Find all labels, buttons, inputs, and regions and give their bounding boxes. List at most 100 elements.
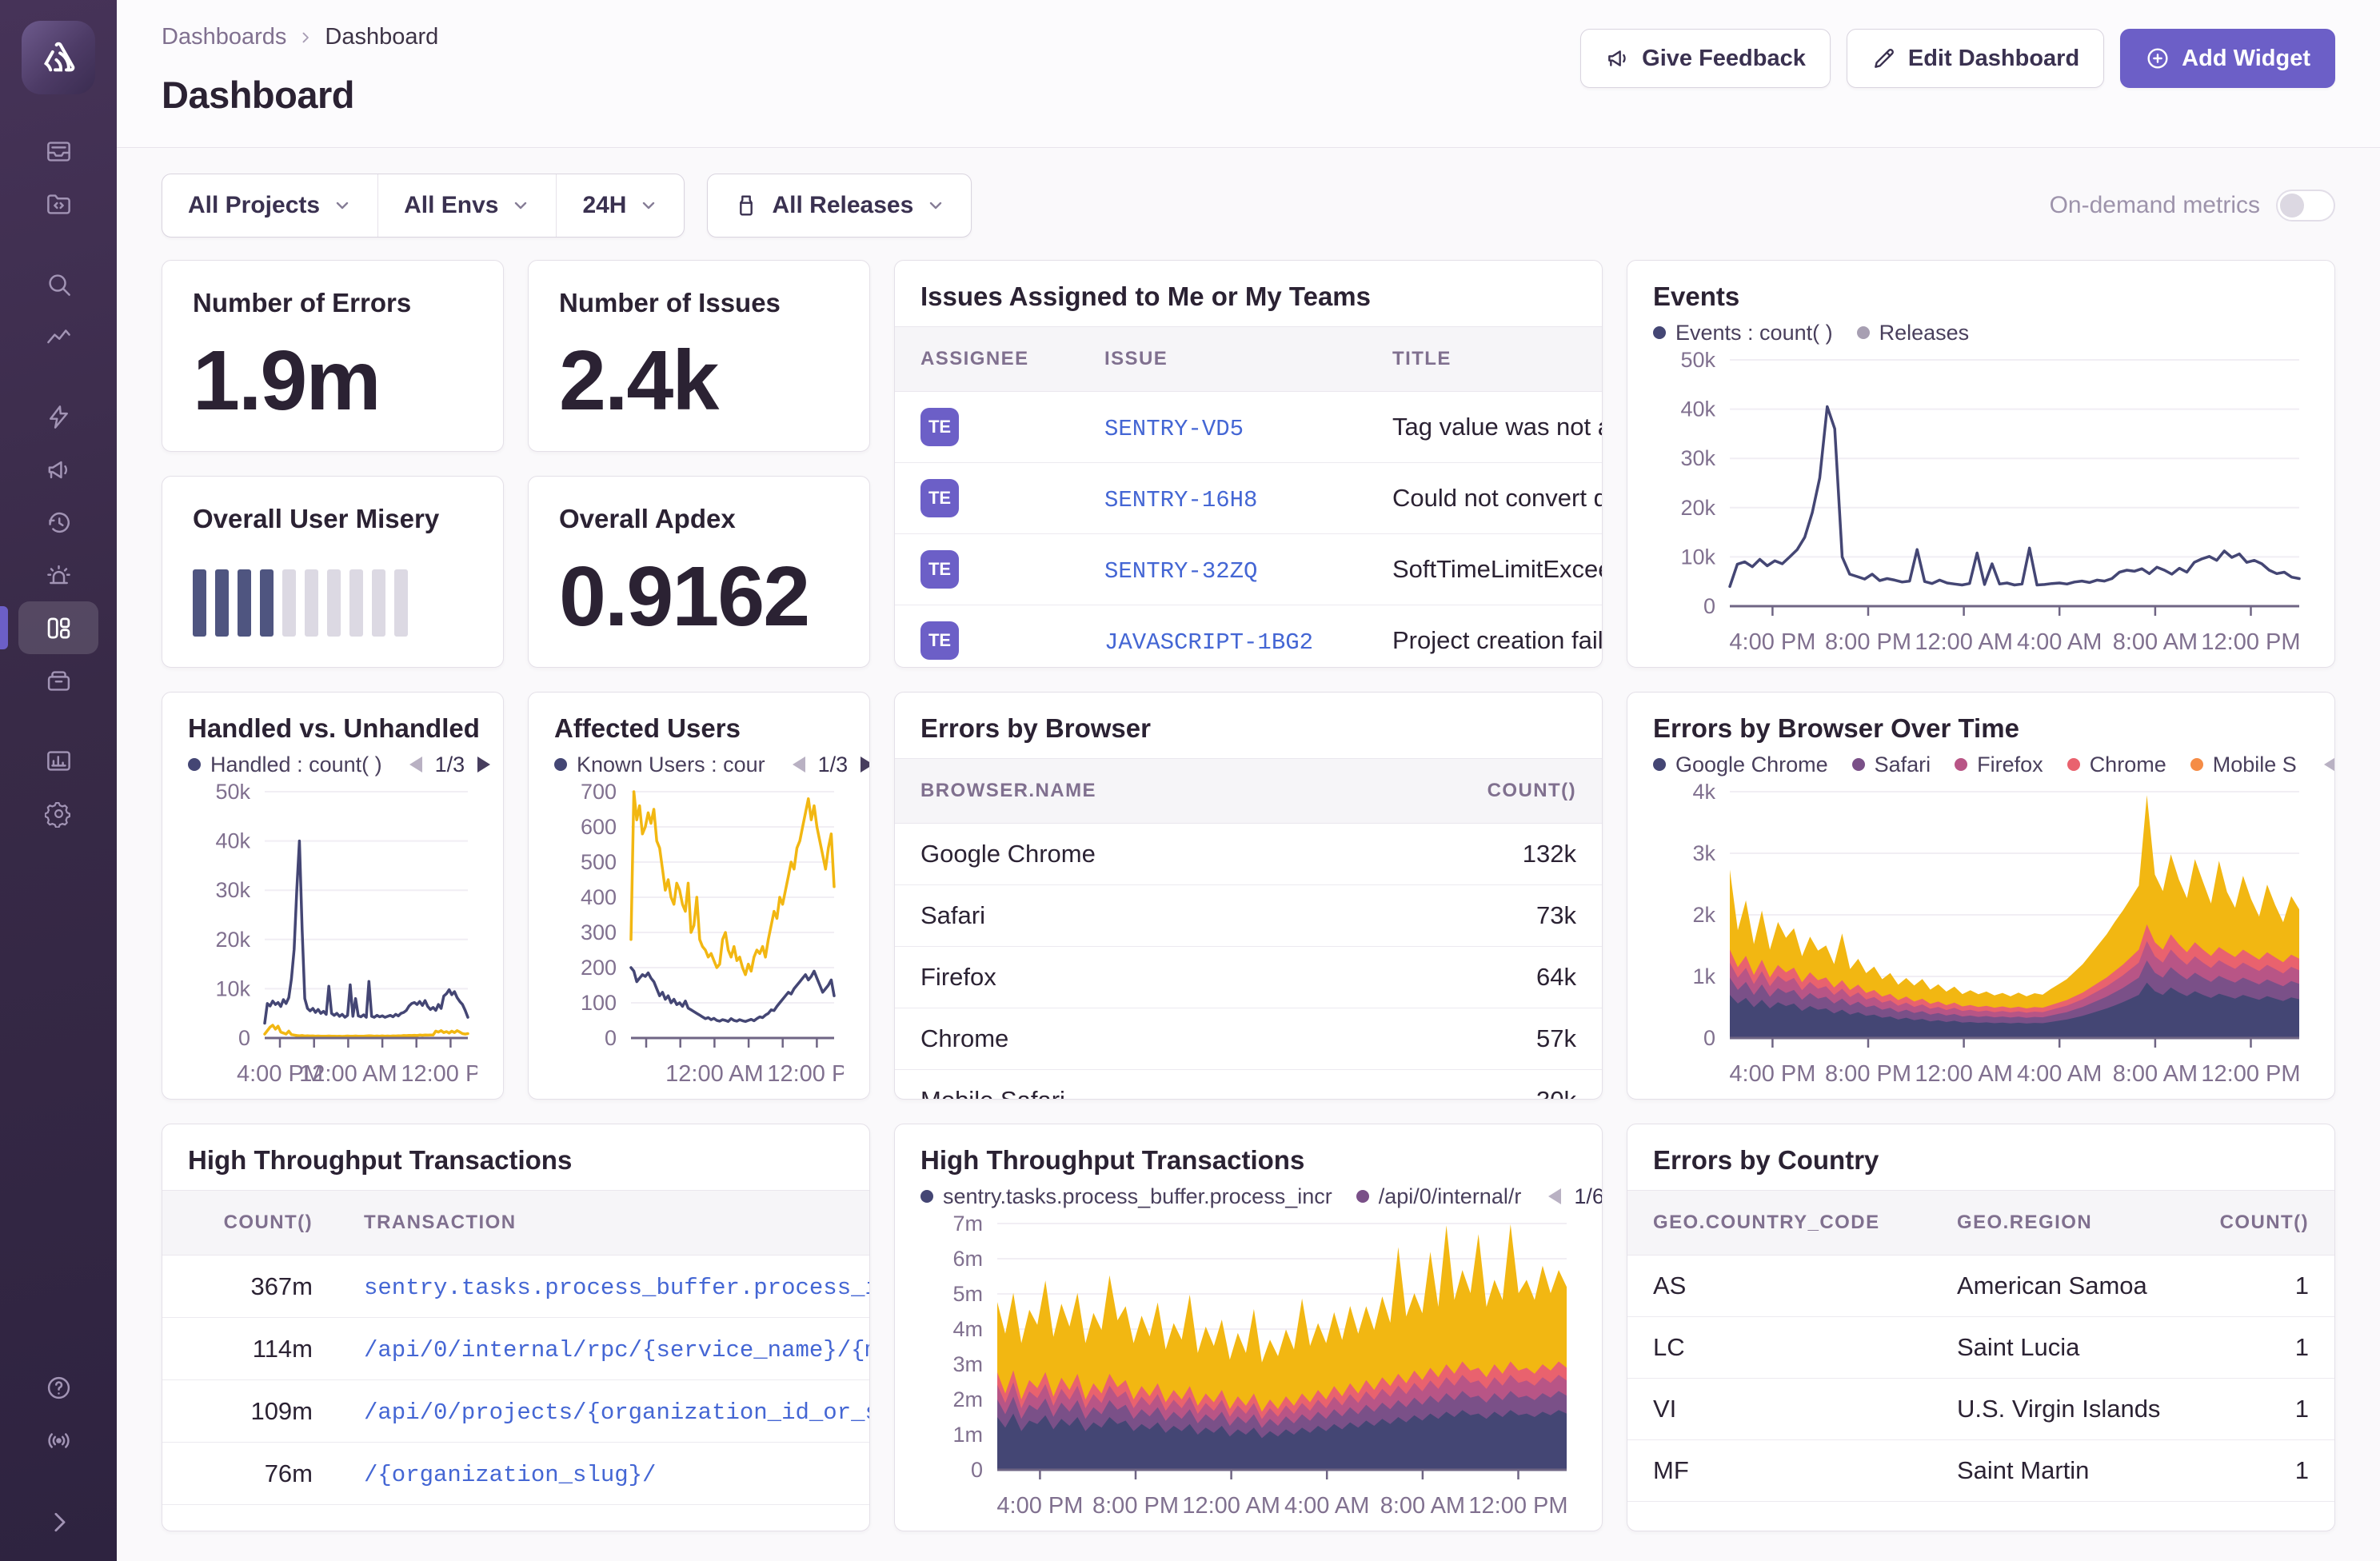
sidebar-item-issues[interactable]	[18, 125, 98, 178]
cell-link[interactable]: JAVASCRIPT-1BG2	[1104, 629, 1313, 656]
add-widget-button[interactable]: Add Widget	[2120, 29, 2335, 88]
sidebar-item-releases[interactable]	[18, 654, 98, 707]
browser-over-time-legend: Google Chrome Safari Firefox Chrome Mobile S…	[1627, 747, 2334, 782]
column-header[interactable]: GEO.REGION	[1931, 1191, 2174, 1256]
legend-entry[interactable]: Google Chrome	[1653, 753, 1828, 777]
breadcrumb-dashboards[interactable]: Dashboards	[162, 24, 286, 50]
chevron-down-icon	[639, 196, 658, 215]
breadcrumb: Dashboards Dashboard	[162, 24, 438, 50]
widget-errors-by-country[interactable]: Errors by Country GEO.COUNTRY_CODEGEO.RE…	[1627, 1124, 2335, 1531]
sidebar-item-settings[interactable]	[18, 787, 98, 840]
sidebar-item-dashboards[interactable]	[18, 601, 98, 654]
cell-link[interactable]: /api/0/projects/{organization_id_or_slug…	[364, 1399, 869, 1426]
cell-link[interactable]: sentry.tasks.process_buffer.process_incr	[364, 1275, 869, 1301]
column-header[interactable]: COUNT()	[2174, 1191, 2334, 1256]
widget-affected-users[interactable]: Affected Users Known Users : cour1/3 010…	[528, 692, 870, 1100]
give-feedback-button[interactable]: Give Feedback	[1580, 29, 1831, 88]
widget-user-misery[interactable]: Overall User Misery	[162, 476, 504, 668]
release-icon	[733, 193, 759, 218]
svg-text:0: 0	[238, 1026, 250, 1050]
page-filters-group: All Projects All Envs 24H	[162, 174, 685, 238]
sidebar-item-projects[interactable]	[18, 178, 98, 230]
column-header[interactable]: GEO.COUNTRY_CODE	[1627, 1191, 1931, 1256]
cell-link[interactable]: SENTRY-16H8	[1104, 487, 1257, 513]
sidebar-item-traces[interactable]	[18, 310, 98, 363]
widget-handled-vs-unhandled[interactable]: Handled vs. Unhandled Handled : count( )…	[162, 692, 504, 1100]
widget-events[interactable]: Events Events : count( ) Releases 010k20k…	[1627, 260, 2335, 668]
pencil-icon	[1871, 46, 1897, 71]
legend-entry[interactable]: Mobile S	[2190, 753, 2297, 777]
release-filter[interactable]: All Releases	[708, 174, 971, 237]
pager-prev-button[interactable]	[2321, 754, 2335, 775]
table-row: Firefox64k	[895, 947, 1602, 1008]
stats-icon	[45, 747, 73, 775]
column-header[interactable]: BROWSER.NAME	[895, 759, 1418, 824]
pager-prev-button[interactable]	[1545, 1186, 1563, 1207]
avatar: TE	[920, 621, 959, 660]
widget-number-of-errors[interactable]: Number of Errors 1.9m	[162, 260, 504, 452]
page-title: Dashboard	[162, 73, 438, 117]
sidebar-item-feedback[interactable]	[18, 443, 98, 496]
sidebar-item-help[interactable]	[18, 1361, 98, 1414]
widget-number-of-issues[interactable]: Number of Issues 2.4k	[528, 260, 870, 452]
legend-entry[interactable]: Handled : count( )	[188, 753, 382, 777]
pager-prev-button[interactable]	[406, 754, 424, 775]
sidebar-item-replays[interactable]	[18, 496, 98, 549]
pager-next-button[interactable]	[859, 754, 870, 775]
sentry-logo[interactable]	[22, 21, 95, 94]
column-header[interactable]: COUNT()	[162, 1191, 338, 1256]
legend-entry[interactable]: Safari	[1852, 753, 1931, 777]
clock-rewind-icon	[45, 509, 73, 537]
cell-link[interactable]: SENTRY-VD5	[1104, 416, 1244, 442]
sidebar-item-whats-new[interactable]	[18, 1414, 98, 1467]
column-header[interactable]: ASSIGNEE	[895, 327, 1079, 392]
environment-filter[interactable]: All Envs	[378, 174, 557, 237]
svg-text:12:00 AM: 12:00 AM	[1915, 629, 2013, 655]
events-chart: 010k20k30k40k50k4:00 PM8:00 PM12:00 AM4:…	[1653, 352, 2309, 659]
column-header[interactable]: TITLE	[1367, 327, 1602, 392]
legend-entry[interactable]: sentry.tasks.process_buffer.process_incr	[920, 1184, 1332, 1209]
column-header[interactable]: ISSUE	[1079, 327, 1367, 392]
pager-next-button[interactable]	[476, 754, 493, 775]
cell-link[interactable]: SENTRY-32ZQ	[1104, 558, 1257, 585]
legend-entry[interactable]: Releases	[1857, 321, 1970, 345]
widget-high-throughput-transactions-chart[interactable]: High Throughput Transactions sentry.task…	[894, 1124, 1603, 1531]
megaphone-icon	[45, 456, 73, 484]
column-header[interactable]: COUNT()	[1418, 759, 1602, 824]
widget-issues-assigned[interactable]: Issues Assigned to Me or My Teams ASSIGN…	[894, 260, 1603, 668]
sidebar-item-explore[interactable]	[18, 258, 98, 310]
svg-text:600: 600	[581, 815, 617, 839]
legend-entry[interactable]: Firefox	[1955, 753, 2043, 777]
sidebar-item-alerts[interactable]	[18, 549, 98, 601]
edit-dashboard-button[interactable]: Edit Dashboard	[1847, 29, 2104, 88]
svg-text:12:00 AM: 12:00 AM	[1915, 1061, 2013, 1087]
svg-text:30k: 30k	[215, 878, 250, 902]
ondemand-metrics-toggle[interactable]	[2276, 190, 2335, 222]
svg-text:50k: 50k	[215, 784, 250, 804]
cell-link[interactable]: /{organization_slug}/	[364, 1462, 656, 1488]
high-throughput-legend: sentry.tasks.process_buffer.process_incr…	[895, 1179, 1602, 1214]
widget-title: Events	[1627, 261, 2334, 315]
sidebar-item-insights[interactable]	[18, 390, 98, 443]
widget-errors-by-browser[interactable]: Errors by Browser BROWSER.NAMECOUNT()Goo…	[894, 692, 1603, 1100]
widget-title: Errors by Browser	[895, 693, 1602, 758]
widget-high-throughput-transactions-table[interactable]: High Throughput Transactions COUNT()TRAN…	[162, 1124, 870, 1531]
project-filter[interactable]: All Projects	[162, 174, 378, 237]
misery-bar	[394, 569, 408, 637]
siren-icon	[45, 561, 73, 589]
legend-entry[interactable]: /api/0/internal/r	[1356, 1184, 1522, 1209]
widget-apdex[interactable]: Overall Apdex 0.9162	[528, 476, 870, 668]
legend-entry[interactable]: Known Users : cour	[554, 753, 765, 777]
svg-text:500: 500	[581, 850, 617, 874]
sidebar-collapse-button[interactable]	[18, 1495, 98, 1548]
sidebar-item-stats[interactable]	[18, 734, 98, 787]
legend-entry[interactable]: Chrome	[2067, 753, 2166, 777]
cell-link[interactable]: /api/0/internal/rpc/{service_name}/{meth…	[364, 1337, 869, 1363]
legend-entry[interactable]: Events : count( )	[1653, 321, 1833, 345]
date-range-filter[interactable]: 24H	[557, 174, 684, 237]
widget-errors-by-browser-over-time[interactable]: Errors by Browser Over Time Google Chrom…	[1627, 692, 2335, 1100]
legend-dot	[554, 758, 567, 771]
column-header[interactable]: TRANSACTION	[338, 1191, 869, 1256]
svg-text:3m: 3m	[952, 1352, 983, 1376]
pager-prev-button[interactable]	[789, 754, 807, 775]
